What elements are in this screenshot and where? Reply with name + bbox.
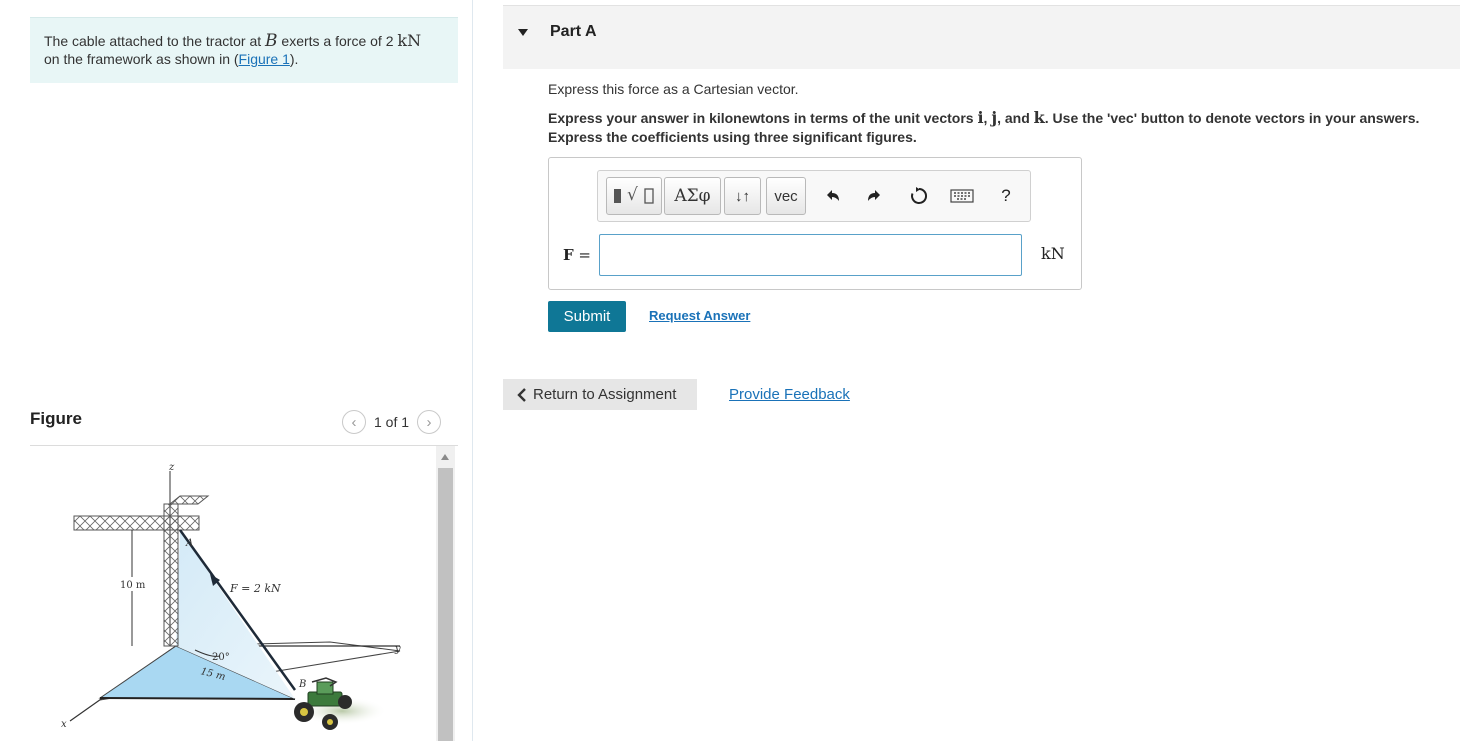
boom-top (168, 495, 210, 505)
problem-statement: The cable attached to the tractor at B e… (30, 17, 458, 83)
variable-f: F (563, 246, 574, 264)
redo-icon[interactable] (860, 182, 888, 210)
problem-text-end: ). (289, 51, 299, 67)
diagram-label-a: A (185, 538, 193, 549)
vec-button[interactable]: vec (766, 177, 806, 215)
figure-1-link[interactable]: Figure 1 (239, 51, 290, 67)
part-title: Part A (550, 23, 597, 40)
chevron-left-icon (517, 387, 526, 402)
diagram-label-b: B (298, 679, 306, 690)
request-answer-link[interactable]: Request Answer (649, 308, 750, 323)
math-toolbar: √ ΑΣφ ↓↑ vec ? (597, 170, 1031, 222)
figure-heading: Figure (30, 409, 82, 428)
framework-diagram: z A 10 m F = 2 kN y 20° 15 m B x (61, 462, 401, 730)
diagram-label-z: z (168, 462, 175, 473)
prev-figure-button[interactable]: ‹ (342, 410, 366, 434)
diagram-label-x: x (61, 719, 67, 730)
problem-text-line2: on the framework as shown in ( (44, 51, 239, 67)
answer-format-instructions: Express your answer in kilonewtons in te… (548, 108, 1460, 147)
diagram-label-height: 10 m (120, 580, 146, 591)
answer-variable-label: F = (563, 246, 591, 264)
chevron-left-icon: ‹ (351, 413, 357, 431)
separator-2: , and (997, 110, 1034, 126)
problem-text-before: The cable attached to the tractor at (44, 33, 266, 49)
part-a-header[interactable]: Part A (503, 5, 1460, 69)
templates-label: √ (627, 185, 638, 205)
diagram-label-angle: 20° (212, 652, 230, 663)
return-label: Return to Assignment (533, 386, 677, 403)
diagram-label-force: F = 2 kN (229, 582, 281, 595)
panel-divider (472, 0, 473, 741)
figure-scrollbar[interactable] (436, 446, 455, 741)
answer-box: √ ΑΣφ ↓↑ vec ? F = kN (548, 157, 1082, 290)
part-instruction: Express this force as a Cartesian vector… (548, 81, 799, 97)
next-figure-button[interactable]: › (417, 410, 442, 434)
base-edge (99, 697, 296, 700)
reset-icon[interactable] (905, 182, 933, 210)
diagram-label-y: y (394, 644, 401, 655)
boom (73, 515, 200, 531)
problem-text-middle: exerts a force of 2 (277, 33, 398, 49)
figure-pager: ‹ 1 of 1 › (342, 410, 442, 434)
figure-image: z A 10 m F = 2 kN y 20° 15 m B x (30, 446, 435, 741)
answer-input[interactable] (599, 234, 1022, 276)
chevron-right-icon: › (426, 413, 432, 431)
collapse-triangle-icon[interactable] (518, 29, 528, 36)
provide-feedback-link[interactable]: Provide Feedback (729, 386, 850, 403)
undo-icon[interactable] (819, 182, 847, 210)
equals-sign: = (573, 246, 591, 264)
help-button[interactable]: ? (992, 182, 1020, 210)
unit-vector-k: k (1033, 108, 1045, 127)
answer-unit: kN (1041, 244, 1065, 263)
templates-button[interactable]: √ (606, 177, 662, 215)
unit-kn-symbol: kN (397, 31, 422, 50)
keyboard-icon[interactable] (948, 182, 976, 210)
point-b-symbol: B (265, 31, 278, 51)
pager-text: 1 of 1 (374, 414, 410, 430)
scrollbar-thumb[interactable] (438, 468, 453, 741)
detail-text-1: Express your answer in kilonewtons in te… (548, 110, 978, 126)
greek-button[interactable]: ΑΣφ (664, 177, 721, 215)
return-to-assignment-button[interactable]: Return to Assignment (503, 379, 697, 410)
submit-button[interactable]: Submit (548, 301, 626, 332)
scroll-up-icon[interactable] (441, 454, 449, 460)
arrows-button[interactable]: ↓↑ (724, 177, 761, 215)
